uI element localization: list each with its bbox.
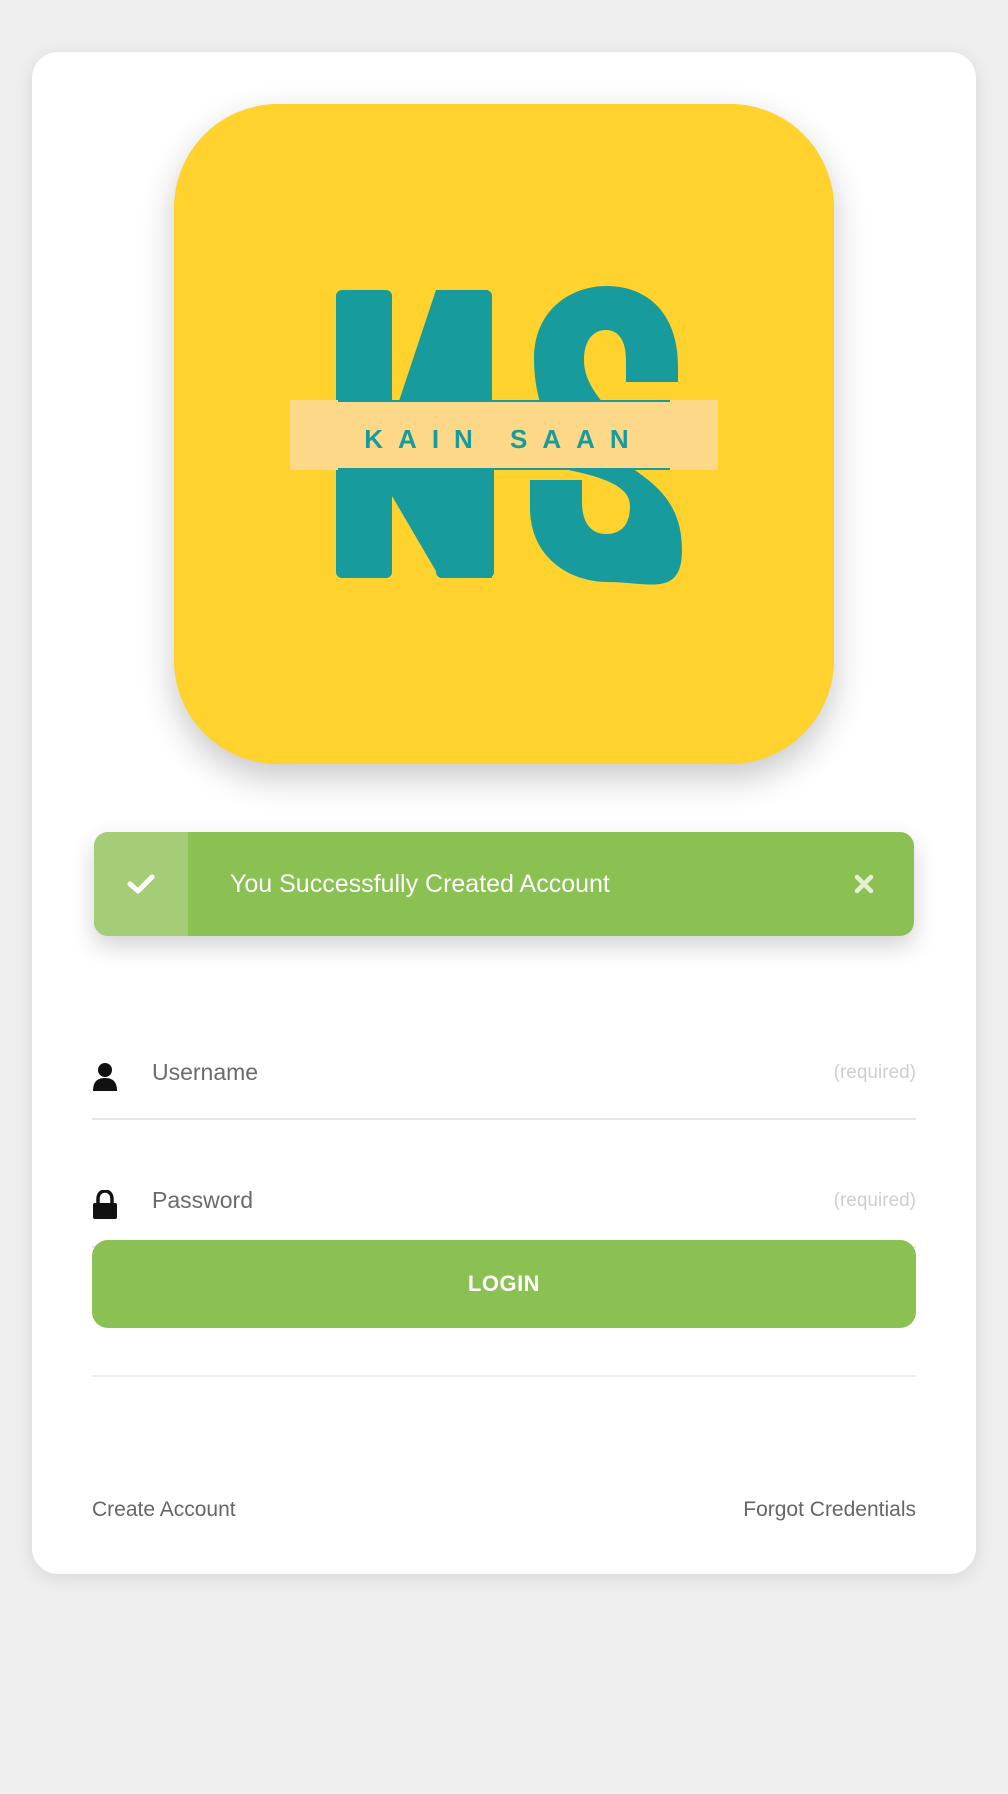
alert-message: You Successfully Created Account <box>230 870 610 898</box>
divider <box>92 1375 916 1377</box>
login-card: KAIN SAAN You Successfully Created Accou… <box>32 52 976 1574</box>
ks-monogram-logo: KAIN SAAN <box>290 286 718 585</box>
success-alert: You Successfully Created Account <box>94 832 914 936</box>
brand-name: KAIN SAAN <box>364 424 643 454</box>
password-input[interactable] <box>152 1178 792 1222</box>
login-button[interactable]: LOGIN <box>92 1240 916 1328</box>
password-required-hint: (required) <box>833 1190 916 1211</box>
forgot-credentials-link[interactable]: Forgot Credentials <box>743 1498 916 1522</box>
lock-icon <box>93 1190 117 1219</box>
user-icon <box>93 1063 117 1091</box>
username-field: (required) <box>92 1034 916 1120</box>
check-icon <box>127 874 155 894</box>
username-input[interactable] <box>152 1050 792 1094</box>
password-field: (required) <box>92 1162 916 1248</box>
alert-status <box>94 832 188 936</box>
close-icon[interactable] <box>852 872 876 896</box>
brand-logo: KAIN SAAN <box>174 104 834 764</box>
create-account-link[interactable]: Create Account <box>92 1498 236 1522</box>
username-required-hint: (required) <box>833 1062 916 1083</box>
